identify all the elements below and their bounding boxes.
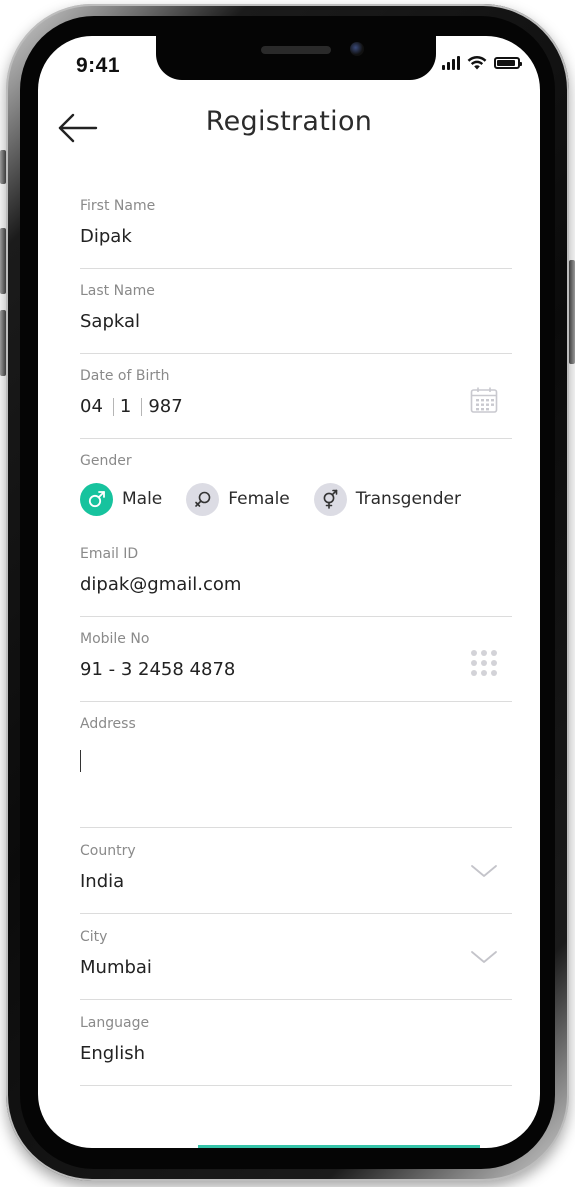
front-camera — [350, 42, 364, 56]
email-value: dipak@gmail.com — [80, 574, 242, 595]
email-field[interactable]: Email ID dipak@gmail.com — [80, 544, 512, 617]
calendar-icon[interactable] — [470, 386, 498, 418]
gender-option-label: Male — [122, 489, 163, 509]
transgender-icon — [313, 482, 347, 516]
app-header: Registration — [38, 106, 540, 146]
notch — [156, 36, 436, 80]
gender-selector: Male Female Transgender — [80, 482, 512, 516]
language-field[interactable]: Language English — [80, 1013, 512, 1086]
city-value: Mumbai — [80, 957, 152, 978]
gender-option-transgender[interactable]: Transgender — [313, 482, 461, 516]
cellular-signal-icon — [442, 56, 460, 70]
volume-up-button — [0, 228, 6, 294]
text-cursor — [80, 750, 81, 772]
female-icon — [186, 482, 220, 516]
page-title: Registration — [205, 106, 373, 137]
status-icons — [442, 56, 522, 70]
chevron-down-icon[interactable] — [470, 949, 498, 969]
gender-label: Gender — [80, 453, 132, 469]
gender-option-label: Transgender — [355, 489, 461, 509]
status-time: 9:41 — [76, 54, 121, 77]
last-name-field[interactable]: Last Name Sapkal — [80, 281, 512, 354]
speaker — [261, 46, 331, 54]
gender-option-label: Female — [228, 489, 290, 509]
language-value: English — [80, 1043, 145, 1064]
volume-down-button — [0, 310, 6, 376]
gender-option-female[interactable]: Female — [186, 482, 290, 516]
chevron-down-icon[interactable] — [470, 863, 498, 883]
dob-separator — [141, 397, 143, 416]
dob-field[interactable]: Date of Birth 04 1 987 — [80, 366, 512, 439]
battery-icon — [494, 57, 522, 69]
mobile-value: 91 - 3 2458 4878 — [80, 659, 236, 680]
screen: 9:41 Registration First Name Dipak Last … — [38, 36, 540, 1148]
dialpad-icon[interactable] — [470, 649, 498, 681]
dob-year[interactable]: 987 — [148, 396, 182, 417]
gender-option-male[interactable]: Male — [80, 482, 163, 516]
mobile-field[interactable]: Mobile No 91 - 3 2458 4878 — [80, 629, 512, 702]
address-label: Address — [80, 716, 136, 732]
dob-month[interactable]: 1 — [120, 396, 131, 417]
dob-value: 04 1 987 — [80, 396, 183, 417]
dob-day[interactable]: 04 — [80, 396, 103, 417]
email-label: Email ID — [80, 546, 139, 562]
last-name-label: Last Name — [80, 283, 155, 299]
dob-label: Date of Birth — [80, 368, 170, 384]
wifi-icon — [467, 56, 487, 70]
power-button — [569, 260, 575, 364]
first-name-field[interactable]: First Name Dipak — [80, 196, 512, 269]
mute-switch — [0, 150, 6, 184]
first-name-value: Dipak — [80, 226, 132, 247]
country-value: India — [80, 871, 125, 892]
address-field[interactable]: Address — [80, 714, 512, 828]
last-name-value: Sapkal — [80, 311, 141, 332]
city-label: City — [80, 929, 108, 945]
mobile-label: Mobile No — [80, 631, 150, 647]
male-icon — [80, 482, 113, 516]
country-select[interactable]: Country India — [80, 841, 512, 914]
first-name-label: First Name — [80, 198, 156, 214]
language-label: Language — [80, 1015, 150, 1031]
bottom-accent-line — [198, 1145, 480, 1148]
city-select[interactable]: City Mumbai — [80, 927, 512, 1000]
dob-separator — [112, 397, 114, 416]
country-label: Country — [80, 843, 136, 859]
